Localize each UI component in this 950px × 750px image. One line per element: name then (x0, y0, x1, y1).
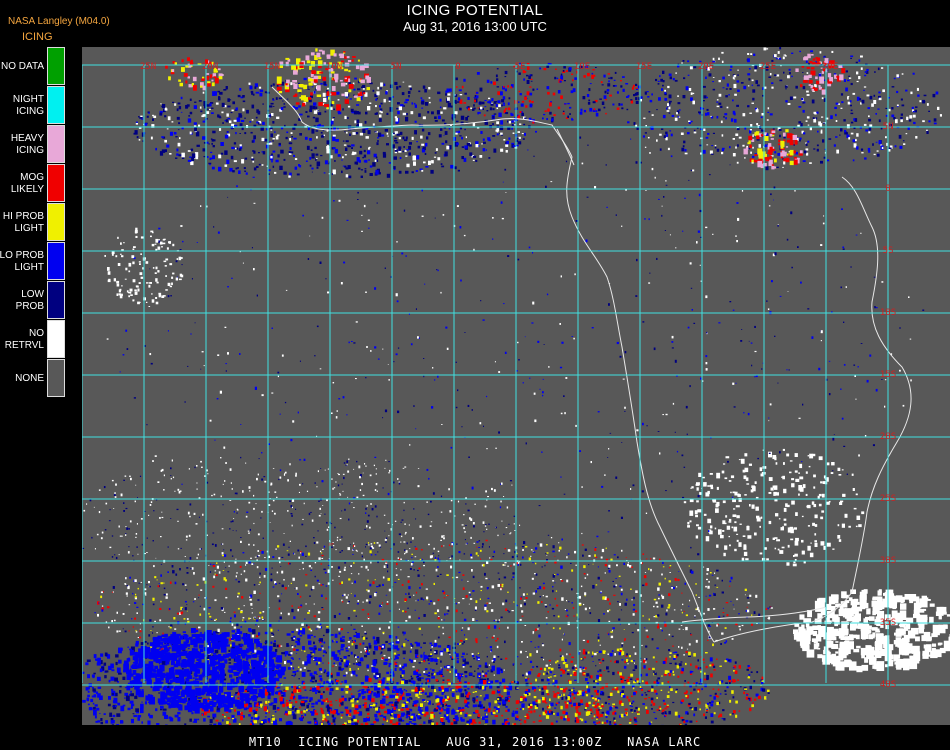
legend-swatch (47, 320, 65, 358)
legend-swatch (47, 281, 65, 319)
latitude-label: 30S (880, 556, 896, 566)
latitude-label: 5N (883, 122, 894, 132)
legend-title: ICING (22, 31, 53, 43)
legend-item: MOG LIKELY (0, 164, 66, 203)
color-legend: NO DATA NIGHT ICING HEAVY ICING MOG LIKELY HI P… (0, 47, 66, 398)
latitude-label: 0 (885, 184, 890, 194)
legend-swatch (47, 359, 65, 397)
legend-swatch (47, 203, 65, 241)
longitude-label: 15E (636, 62, 652, 72)
longitude-label: 20N (202, 62, 218, 72)
longitude-label: 30E (822, 62, 838, 72)
map-datetime: Aug 31, 2016 13:00 UTC (403, 19, 547, 34)
legend-swatch (47, 125, 65, 163)
longitude-label: 15N (264, 62, 280, 72)
longitude-label: 25N (140, 62, 156, 72)
legend-swatch (47, 47, 65, 85)
longitude-label: 5E (515, 62, 526, 72)
longitude-label: 20E (698, 62, 714, 72)
longitude-label: 25E (760, 62, 776, 72)
legend-label: NONE (15, 372, 44, 384)
latitude-label: 25S (880, 494, 896, 504)
map-canvas: 25N 20N 15N 10N 5N 0 5E 10E 15E 20E 25E 30E 5N 0 5S 10S… (82, 47, 950, 725)
map-title: ICING POTENTIAL (406, 2, 544, 19)
latitude-label: 40S (880, 680, 896, 690)
longitude-label: 10E (574, 62, 590, 72)
legend-label: LO PROB LIGHT (0, 249, 44, 273)
footer-caption: MT10 ICING POTENTIAL AUG 31, 2016 13:00Z… (248, 735, 702, 749)
latitude-label: 15S (880, 370, 896, 380)
longitude-label: 0 (455, 62, 460, 72)
longitude-label: 10N (326, 62, 342, 72)
legend-item: NO RETRVL (0, 320, 66, 359)
legend-swatch (47, 86, 65, 124)
legend-label: HEAVY ICING (10, 132, 44, 156)
latitude-label: 35S (880, 618, 896, 628)
legend-item: HEAVY ICING (0, 125, 66, 164)
coastline-east (713, 176, 912, 643)
legend-swatch (47, 164, 65, 202)
icing-map-screen: NASA Langley (M04.0) ICING POTENTIAL Aug… (0, 0, 950, 750)
latitude-label: 20S (880, 432, 896, 442)
legend-label: NO RETRVL (4, 327, 44, 351)
longitude-label: 5N (391, 62, 402, 72)
legend-label: MOG LIKELY (10, 171, 44, 195)
legend-item: LO PROB LIGHT (0, 242, 66, 281)
legend-label: NIGHT ICING (12, 93, 44, 117)
legend-label: HI PROB LIGHT (2, 210, 44, 234)
legend-swatch (47, 242, 65, 280)
legend-item: NO DATA (0, 47, 66, 86)
legend-item: HI PROB LIGHT (0, 203, 66, 242)
latitude-label: 10S (880, 308, 896, 318)
coastline-north (271, 86, 715, 643)
legend-item: NIGHT ICING (0, 86, 66, 125)
legend-item: LOW PROB (0, 281, 66, 320)
map-panel: 25N 20N 15N 10N 5N 0 5E 10E 15E 20E 25E 30E 5N 0 5S 10S… (82, 47, 950, 725)
legend-item: NONE (0, 359, 66, 398)
latitude-label: 5S (883, 246, 894, 256)
legend-label: NO DATA (1, 60, 44, 72)
legend-label: LOW PROB (15, 288, 44, 312)
